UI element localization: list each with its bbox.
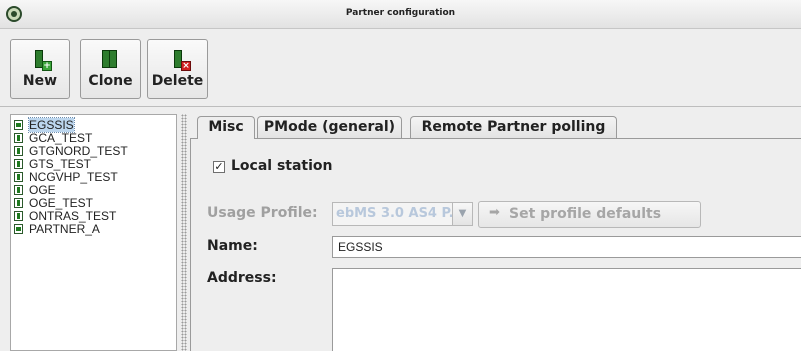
partner-icon <box>14 211 23 221</box>
tab-pmode-general[interactable]: PMode (general) <box>257 116 402 138</box>
usage-profile-value: ebMS 3.0 AS4 P... <box>336 206 464 221</box>
set-profile-defaults-button[interactable]: ➡ Set profile defaults <box>478 201 701 228</box>
address-textarea[interactable] <box>332 268 801 351</box>
set-profile-defaults-label: Set profile defaults <box>509 206 662 222</box>
split-pane-divider[interactable] <box>181 114 187 351</box>
partner-icon <box>14 133 23 143</box>
new-button[interactable]: + New <box>10 39 70 99</box>
local-station-icon <box>14 224 23 234</box>
partner-icon <box>14 185 23 195</box>
name-label: Name: <box>207 238 258 254</box>
usage-profile-select[interactable]: ebMS 3.0 AS4 P... ▼ <box>332 202 473 226</box>
window-title: Partner configuration <box>345 8 456 18</box>
tab-misc[interactable]: Misc <box>197 116 255 139</box>
partner-list[interactable]: EGSSIS GCA_TEST GTGNORD_TEST GTS_TEST NC… <box>10 114 177 351</box>
partner-label: EGSSIS <box>28 117 75 133</box>
partner-label: NCGVHP_TEST <box>29 170 118 184</box>
new-button-label: New <box>22 73 58 89</box>
tab-remote-partner-polling[interactable]: Remote Partner polling <box>410 116 617 138</box>
delete-button[interactable]: × Delete <box>147 39 208 99</box>
partner-label: GTGNORD_TEST <box>29 144 128 158</box>
partner-label: PARTNER_A <box>29 222 100 236</box>
local-station-icon <box>14 120 23 130</box>
partner-icon <box>14 172 23 182</box>
partner-label: OGE_TEST <box>29 196 94 210</box>
partner-config-panel: Misc PMode (general) Remote Partner poll… <box>190 112 801 351</box>
toolbar: + New Clone × Delete <box>0 29 801 107</box>
delete-button-label: Delete <box>151 73 204 89</box>
tab-bar: Misc PMode (general) Remote Partner poll… <box>190 112 801 139</box>
delete-document-icon: × <box>171 50 191 72</box>
local-station-checkbox[interactable]: ✓ <box>213 161 225 173</box>
partner-icon <box>14 198 23 208</box>
clone-document-icon <box>102 50 120 72</box>
title-bar: Partner configuration <box>0 0 801 29</box>
clone-button[interactable]: Clone <box>80 39 141 99</box>
chevron-down-icon[interactable]: ▼ <box>452 203 472 225</box>
clone-button-label: Clone <box>88 73 133 89</box>
arrow-right-icon: ➡ <box>489 205 500 220</box>
new-document-icon: + <box>32 50 52 72</box>
name-field[interactable]: EGSSIS <box>332 236 801 258</box>
misc-tab-content: ✓ Local station Usage Profile: ebMS 3.0 … <box>190 139 801 351</box>
partner-label: ONTRAS_TEST <box>29 209 117 223</box>
partner-label: GTS_TEST <box>29 157 92 171</box>
partner-icon <box>14 146 23 156</box>
usage-profile-label: Usage Profile: <box>207 205 318 221</box>
partner-icon <box>14 159 23 169</box>
local-station-label: Local station <box>231 158 333 174</box>
partner-item-partner-a[interactable]: PARTNER_A <box>11 223 176 236</box>
partner-label: OGE <box>29 183 56 197</box>
address-label: Address: <box>207 270 277 286</box>
partner-label: GCA_TEST <box>29 131 93 145</box>
